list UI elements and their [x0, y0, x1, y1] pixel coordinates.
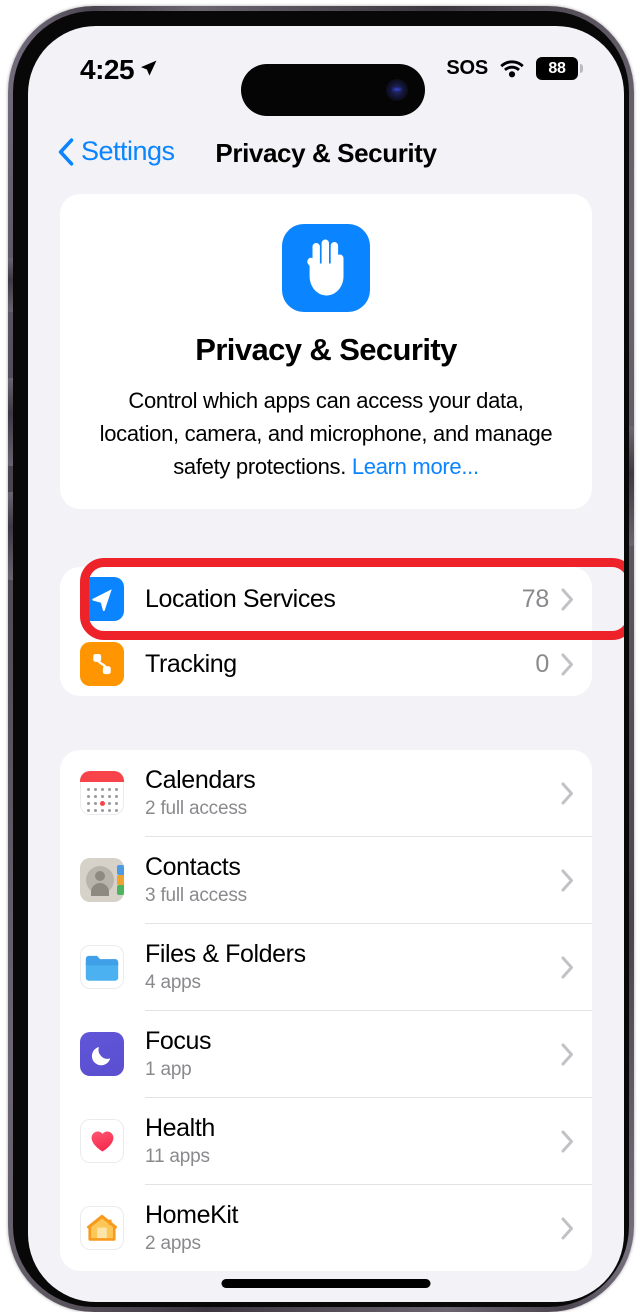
- row-tracking-label: Tracking: [145, 649, 237, 678]
- location-arrow-glyph-icon: [92, 589, 112, 612]
- phone-bezel: 4:25 SOS 88 Settings Privacy & Security …: [13, 11, 629, 1307]
- row-location-services-body: Location Services: [145, 585, 522, 614]
- front-camera-icon: [386, 79, 408, 101]
- row-focus[interactable]: Focus 1 app: [60, 1011, 592, 1097]
- row-focus-body: Focus 1 app: [145, 1027, 561, 1081]
- calendar-dot-grid: [85, 786, 119, 813]
- row-calendars[interactable]: Calendars 2 full access: [60, 750, 592, 836]
- chevron-right-icon: [561, 1217, 573, 1239]
- folder-icon: [80, 945, 124, 989]
- row-focus-label: Focus: [145, 1027, 212, 1055]
- chevron-right-icon: [561, 1130, 573, 1152]
- row-homekit-label: HomeKit: [145, 1201, 239, 1229]
- status-time: 4:25: [80, 54, 135, 85]
- row-focus-sub: 1 app: [145, 1059, 192, 1080]
- row-tracking-body: Tracking: [145, 650, 535, 679]
- tracking-glyph-icon: [93, 653, 111, 675]
- row-homekit-sub: 2 apps: [145, 1233, 201, 1254]
- phone-screen: 4:25 SOS 88 Settings Privacy & Security …: [28, 26, 624, 1302]
- settings-content: Privacy & Security Control which apps ca…: [28, 194, 624, 1271]
- row-tracking-value: 0: [535, 649, 549, 678]
- calendar-header-bar: [80, 771, 124, 782]
- chevron-right-icon: [561, 869, 573, 891]
- permissions-section-card: Calendars 2 full access Contacts 3 full …: [60, 750, 592, 1271]
- row-location-services[interactable]: Location Services 78: [60, 567, 592, 631]
- row-files-folders-label: Files & Folders: [145, 940, 306, 968]
- moon-icon: [80, 1032, 124, 1076]
- row-files-folders[interactable]: Files & Folders 4 apps: [60, 924, 592, 1010]
- row-homekit[interactable]: HomeKit 2 apps: [60, 1185, 592, 1271]
- home-indicator[interactable]: [221, 1279, 431, 1288]
- row-location-services-value: 78: [521, 584, 550, 613]
- learn-more-link[interactable]: Learn more...: [352, 454, 479, 479]
- sos-indicator: SOS: [446, 57, 488, 79]
- location-section-card: Location Services 78 Tracking 0: [60, 558, 624, 696]
- row-tracking[interactable]: Tracking 0: [60, 632, 592, 696]
- row-contacts-sub: 3 full access: [145, 885, 247, 906]
- hero-title: Privacy & Security: [195, 332, 457, 367]
- row-health-sub: 11 apps: [145, 1146, 210, 1167]
- status-bar-left: 4:25: [80, 54, 158, 86]
- row-homekit-body: HomeKit 2 apps: [145, 1201, 561, 1255]
- house-glyph-icon: [87, 1214, 117, 1241]
- navigation-bar: Settings Privacy & Security: [28, 128, 624, 180]
- battery-percent: 88: [548, 59, 566, 77]
- battery-indicator: 88: [536, 57, 583, 80]
- heart-icon: [80, 1119, 124, 1163]
- chevron-right-icon: [561, 956, 573, 978]
- hero-description-text: Control which apps can access your data,…: [99, 388, 553, 479]
- row-location-services-label: Location Services: [145, 584, 336, 613]
- row-calendars-sub: 2 full access: [145, 798, 247, 819]
- phone-frame: 4:25 SOS 88 Settings Privacy & Security …: [8, 6, 634, 1312]
- moon-glyph-icon: [91, 1046, 110, 1065]
- house-icon: [80, 1206, 124, 1250]
- row-health-body: Health 11 apps: [145, 1114, 561, 1168]
- status-bar-right: SOS 88: [446, 57, 583, 80]
- row-files-folders-sub: 4 apps: [145, 972, 201, 993]
- tracking-icon: [80, 642, 124, 686]
- location-arrow-icon: [80, 577, 124, 621]
- chevron-right-icon: [561, 782, 573, 804]
- dynamic-island: [241, 64, 425, 116]
- hand-glyph-icon: [307, 239, 344, 296]
- contacts-tabs: [117, 865, 124, 895]
- row-contacts[interactable]: Contacts 3 full access: [60, 837, 592, 923]
- row-contacts-label: Contacts: [145, 853, 241, 881]
- folder-glyph-icon: [85, 955, 119, 981]
- privacy-hand-icon: [282, 224, 370, 312]
- chevron-right-icon: [561, 1043, 573, 1065]
- row-calendars-label: Calendars: [145, 766, 256, 794]
- wifi-icon: [500, 60, 524, 78]
- row-contacts-body: Contacts 3 full access: [145, 853, 561, 907]
- location-arrow-icon: [141, 60, 157, 76]
- heart-glyph-icon: [91, 1131, 113, 1152]
- row-calendars-body: Calendars 2 full access: [145, 766, 561, 820]
- privacy-hero-card: Privacy & Security Control which apps ca…: [60, 194, 592, 509]
- contacts-person-glyph: [85, 866, 114, 896]
- calendar-icon: [80, 771, 124, 815]
- hero-description: Control which apps can access your data,…: [86, 384, 566, 483]
- chevron-right-icon: [561, 653, 573, 675]
- row-health-label: Health: [145, 1114, 215, 1142]
- chevron-right-icon: [561, 588, 573, 610]
- page-title: Privacy & Security: [215, 138, 437, 168]
- row-health[interactable]: Health 11 apps: [60, 1098, 592, 1184]
- row-files-folders-body: Files & Folders 4 apps: [145, 940, 561, 994]
- contacts-icon: [80, 858, 124, 902]
